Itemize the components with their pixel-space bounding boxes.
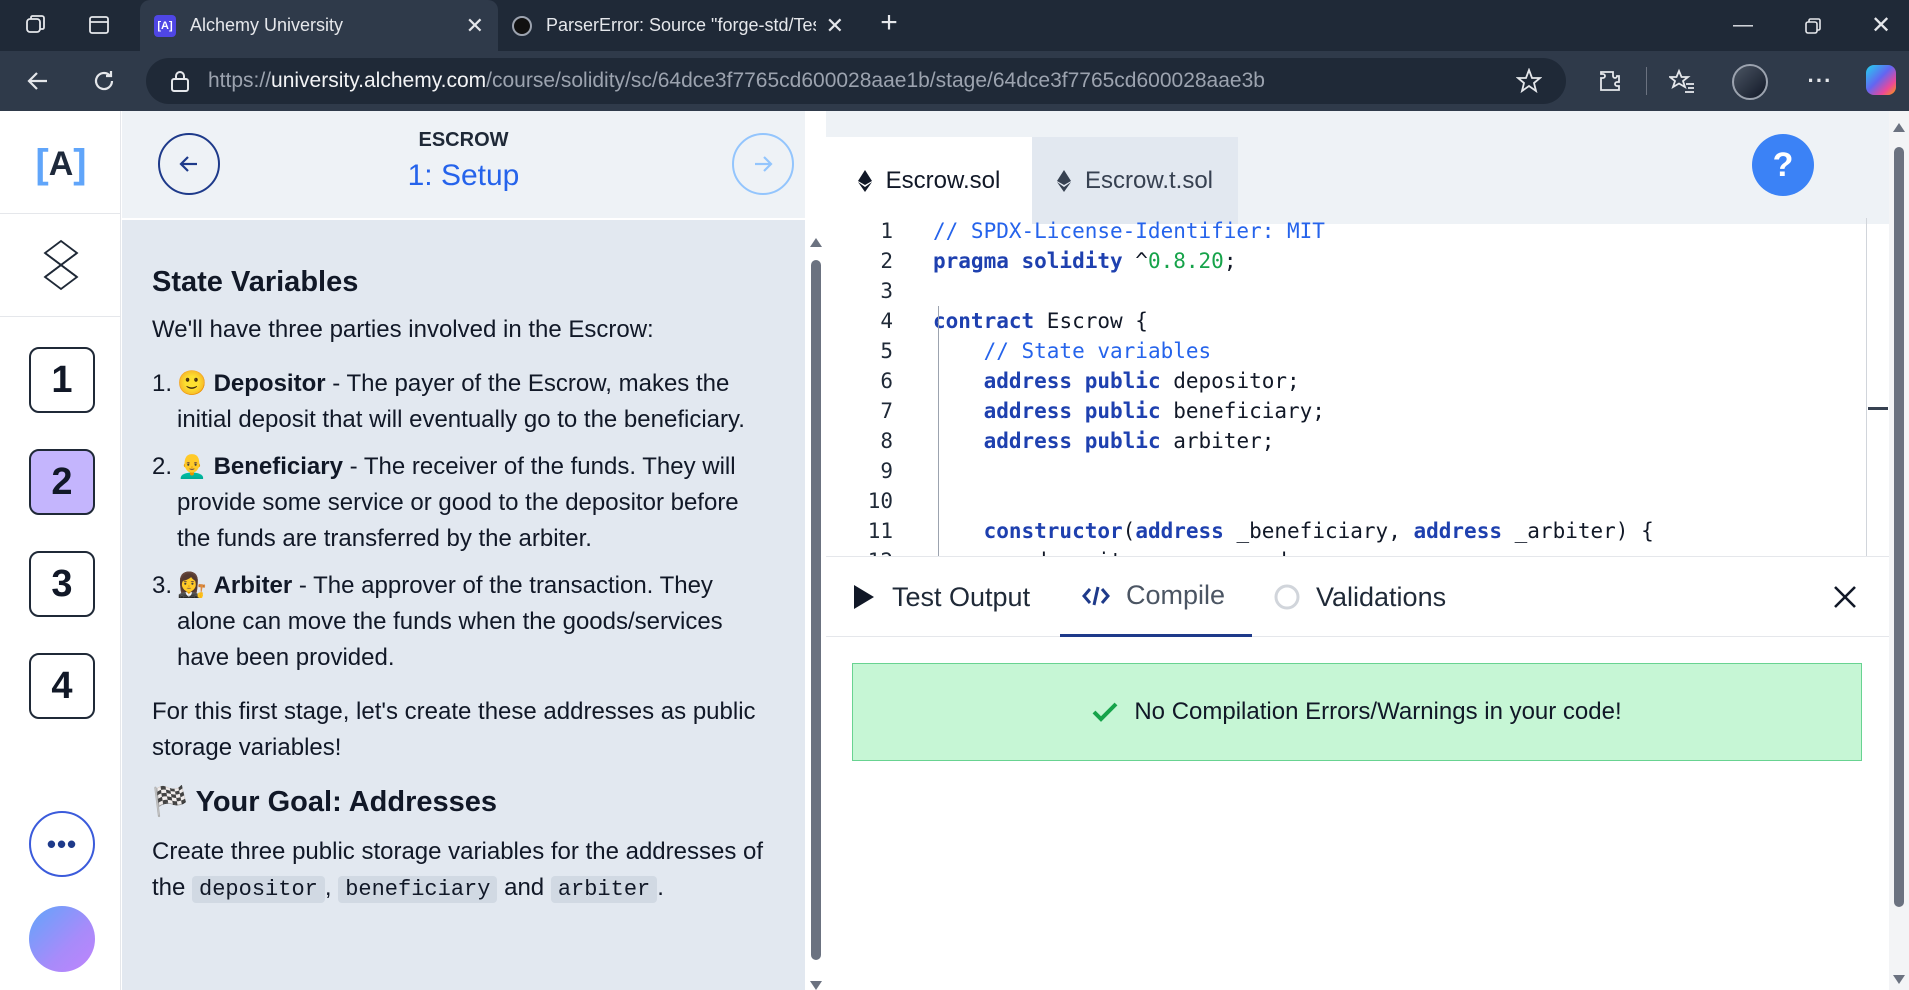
help-button[interactable]: ? <box>1752 134 1814 196</box>
ethereum-icon <box>857 169 872 192</box>
arrow-right-icon <box>755 156 773 172</box>
output-panel: Test Output Compile Validations No Compi… <box>826 556 1889 990</box>
divider <box>0 213 120 214</box>
browser-tab-title: ParserError: Source "forge-std/Tes <box>546 15 816 35</box>
emoji-icon: 👩‍⚖️ <box>177 572 207 599</box>
list-item: 3. 👩‍⚖️ Arbiter - The approver of the tr… <box>152 572 723 671</box>
copilot-icon[interactable] <box>1866 65 1896 95</box>
workspaces-icon[interactable] <box>22 12 48 38</box>
favorite-star-icon[interactable] <box>1516 68 1542 94</box>
course-map-icon[interactable] <box>43 239 79 296</box>
back-icon[interactable] <box>22 65 54 97</box>
alchemy-favicon-icon: [A] <box>154 14 176 37</box>
code-line: 11 constructor(address _beneficiary, add… <box>867 519 1654 543</box>
browser-tab-parsererror[interactable]: ParserError: Source "forge-std/Tes ✕ <box>498 0 856 51</box>
overview-ruler-marker <box>1868 407 1888 410</box>
course-sidebar: [A] 1 2 3 4 ••• <box>0 111 121 990</box>
code-line: 5 // State variables <box>880 339 1212 363</box>
browser-tab-alchemy[interactable]: [A] Alchemy University ✕ <box>140 0 498 51</box>
checkmark-icon <box>1092 701 1118 723</box>
stage-note: For this first stage, let's create these… <box>152 698 756 761</box>
profile-avatar[interactable] <box>1732 64 1768 100</box>
checkered-flag-icon: 🏁 <box>152 786 189 818</box>
url-prefix: https:// <box>208 69 272 92</box>
section-heading: State Variables <box>152 266 359 298</box>
code-area[interactable]: 1// SPDX-License-Identifier: MIT 2 pragma… <box>826 216 1866 556</box>
more-menu-icon[interactable]: ··· <box>1804 65 1836 97</box>
close-panel-icon[interactable] <box>1825 577 1865 617</box>
code-editor: Escrow.sol Escrow.t.sol ? 1// SPDX-Licen… <box>826 111 1889 556</box>
close-window-icon[interactable]: ✕ <box>1846 0 1909 51</box>
stage-4-button[interactable]: 4 <box>29 653 95 719</box>
browser-tab-title: Alchemy University <box>190 15 344 35</box>
intro-text: We'll have three parties involved in the… <box>152 316 654 343</box>
url-field[interactable]: https://university.alchemy.com/course/so… <box>146 58 1566 104</box>
tab-test-output[interactable]: Test Output <box>852 557 1030 637</box>
restore-icon[interactable] <box>1778 0 1848 51</box>
url-path: /course/solidity/sc/64dce3f7765cd600028a… <box>486 69 1265 92</box>
code-icon <box>1082 585 1110 607</box>
code-line: 3 <box>880 279 893 303</box>
compile-message: No Compilation Errors/Warnings in your c… <box>1134 698 1622 725</box>
page-scrollbar[interactable] <box>1889 111 1909 990</box>
goal-text: Create three public storage variables fo… <box>152 838 764 903</box>
lesson-scrollbar[interactable] <box>808 230 824 990</box>
stage-3-button[interactable]: 3 <box>29 551 95 617</box>
circle-icon <box>1274 584 1300 610</box>
close-tab-icon[interactable]: ✕ <box>466 13 484 39</box>
lesson-content: State Variables We'll have three parties… <box>122 220 805 990</box>
stage-title: 1: Setup <box>407 159 520 192</box>
stage-1-button[interactable]: 1 <box>29 347 95 413</box>
code-line: 1// SPDX-License-Identifier: MIT <box>880 219 1325 243</box>
lock-icon <box>171 71 189 92</box>
new-tab-icon[interactable]: + <box>876 6 902 39</box>
code-line: 8 address public arbiter; <box>880 429 1275 453</box>
stage-2-button[interactable]: 2 <box>29 449 95 515</box>
goal-heading: 🏁 Your Goal: Addresses <box>152 786 498 818</box>
close-tab-icon[interactable]: ✕ <box>826 13 844 39</box>
browser-tab-bar: [A] Alchemy University ✕ ParserError: So… <box>0 0 1909 51</box>
parties-list: 1. 🙂 Depositor - The payer of the Escrow… <box>152 366 775 676</box>
code-line: 10 <box>867 489 893 513</box>
address-bar: https://university.alchemy.com/course/so… <box>0 51 1909 111</box>
alchemy-logo[interactable]: [A] <box>28 139 94 189</box>
code-line: 6 address public depositor; <box>880 369 1300 393</box>
code-line: 4 contract Escrow { <box>880 309 1148 333</box>
list-item: 1. 🙂 Depositor - The payer of the Escrow… <box>152 370 745 433</box>
file-tab-escrow-sol[interactable]: Escrow.sol <box>826 137 1032 224</box>
lesson-header: ESCROW 1: Setup <box>122 111 805 218</box>
compile-success-alert: No Compilation Errors/Warnings in your c… <box>852 663 1862 761</box>
file-tabs: Escrow.sol Escrow.t.sol <box>826 137 1238 224</box>
code-line: 2 pragma solidity ^0.8.20; <box>880 249 1237 273</box>
play-icon <box>852 583 876 611</box>
code-line: 9 <box>880 459 893 483</box>
tab-actions-icon[interactable] <box>86 12 112 38</box>
more-options-button[interactable]: ••• <box>29 811 95 877</box>
emoji-icon: 🙂 <box>177 370 207 397</box>
divider <box>0 316 120 317</box>
tab-validations[interactable]: Validations <box>1274 557 1446 637</box>
code-line: 12 depositor = msg.sender; <box>826 546 1866 556</box>
tab-compile[interactable]: Compile <box>1060 557 1252 637</box>
output-tabs: Test Output Compile Validations <box>826 557 1889 637</box>
github-favicon-icon <box>512 15 532 36</box>
editor-scroll-track <box>1866 218 1867 558</box>
toolbar-divider <box>1646 67 1647 95</box>
emoji-icon: 👨‍🦲 <box>177 453 207 480</box>
reload-icon[interactable] <box>88 65 120 97</box>
course-name: ESCROW <box>418 129 509 151</box>
url-host: university.alchemy.com <box>271 69 487 92</box>
favorites-icon[interactable] <box>1666 65 1698 97</box>
list-item: 2. 👨‍🦲 Beneficiary - The receiver of the… <box>152 453 739 552</box>
user-avatar[interactable] <box>29 906 95 972</box>
ethereum-icon <box>1056 169 1071 192</box>
file-tab-escrow-t-sol[interactable]: Escrow.t.sol <box>1032 137 1238 224</box>
next-stage-button[interactable] <box>732 133 794 195</box>
indent-guide <box>938 306 939 556</box>
extensions-icon[interactable] <box>1594 65 1626 97</box>
minimize-icon[interactable]: — <box>1708 0 1778 51</box>
code-line: 7 address public beneficiary; <box>880 399 1325 423</box>
